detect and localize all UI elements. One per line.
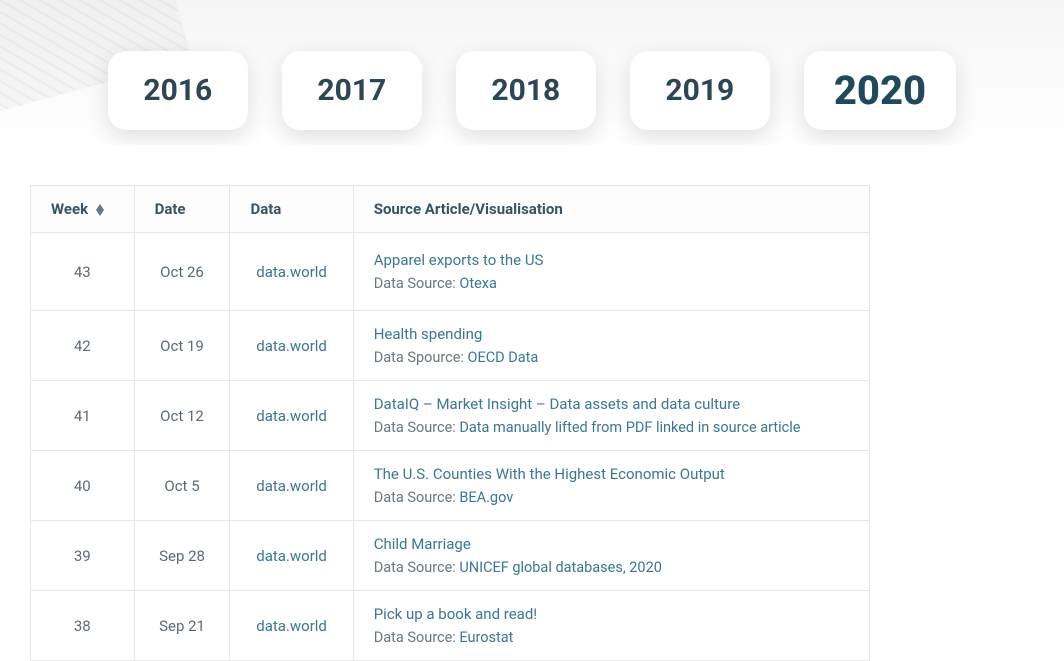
source-meta-link[interactable]: OECD Data (468, 349, 539, 366)
data-link[interactable]: data.world (256, 263, 327, 281)
sort-icon[interactable] (96, 204, 104, 216)
col-header-date-label: Date (155, 200, 186, 218)
cell-date: Oct 5 (134, 451, 230, 521)
source-meta: Data Source: BEA.gov (374, 489, 849, 506)
data-link[interactable]: data.world (256, 407, 327, 425)
table-row: 41Oct 12 data.world DataIQ – Market Insigh… (31, 381, 870, 451)
table-row: 42Oct 19 data.world Health spending Data Sp… (31, 311, 870, 381)
year-tab-2017[interactable]: 2017 (282, 51, 422, 130)
source-meta-link[interactable]: BEA.gov (459, 489, 513, 506)
cell-week: 42 (31, 311, 135, 381)
table-row: 40Oct 5 data.world The U.S. Counties With … (31, 451, 870, 521)
cell-week: 38 (31, 591, 135, 661)
year-tab-2019[interactable]: 2019 (630, 51, 770, 130)
table-header-row: Week Date Data Source Article/Visualisat… (31, 186, 870, 233)
table-body: 43Oct 26 data.world Apparel exports to the… (31, 233, 870, 661)
cell-data: data.world (230, 311, 353, 381)
cell-data: data.world (230, 451, 353, 521)
data-link[interactable]: data.world (256, 337, 327, 355)
source-title-link[interactable]: The U.S. Counties With the Highest Econo… (374, 465, 849, 483)
hero-banner: 2016 2017 2018 2019 2020 (0, 0, 1064, 145)
source-meta-link[interactable]: Data manually lifted from PDF linked in … (459, 419, 800, 436)
source-meta-label: Data Source: (374, 559, 460, 576)
cell-date: Oct 19 (134, 311, 230, 381)
data-link[interactable]: data.world (256, 547, 327, 565)
source-meta-label: Data Source: (374, 419, 460, 436)
source-meta-link[interactable]: UNICEF global databases, 2020 (459, 559, 662, 576)
cell-source: Health spending Data Spource: OECD Data (353, 311, 869, 381)
cell-data: data.world (230, 521, 353, 591)
source-title-link[interactable]: Health spending (374, 325, 849, 343)
data-link[interactable]: data.world (256, 617, 327, 635)
year-tab-2018[interactable]: 2018 (456, 51, 596, 130)
source-meta-label: Data Source: (374, 275, 460, 292)
cell-week: 41 (31, 381, 135, 451)
source-meta-label: Data Source: (374, 489, 460, 506)
col-header-source: Source Article/Visualisation (353, 186, 869, 233)
cell-date: Oct 26 (134, 233, 230, 311)
source-title-link[interactable]: Pick up a book and read! (374, 605, 849, 623)
source-meta-label: Data Source: (374, 629, 460, 646)
cell-week: 43 (31, 233, 135, 311)
cell-week: 39 (31, 521, 135, 591)
cell-source: Child Marriage Data Source: UNICEF global… (353, 521, 869, 591)
cell-date: Sep 28 (134, 521, 230, 591)
col-header-week-label: Week (51, 200, 88, 218)
cell-data: data.world (230, 233, 353, 311)
col-header-data-label: Data (250, 200, 281, 218)
col-header-date: Date (134, 186, 230, 233)
col-header-week[interactable]: Week (31, 186, 135, 233)
cell-source: DataIQ – Market Insight – Data assets an… (353, 381, 869, 451)
year-tabs: 2016 2017 2018 2019 2020 (0, 51, 1064, 130)
year-tab-2020[interactable]: 2020 (804, 51, 956, 130)
cell-date: Sep 21 (134, 591, 230, 661)
col-header-source-label: Source Article/Visualisation (374, 200, 563, 218)
cell-data: data.world (230, 591, 353, 661)
data-link[interactable]: data.world (256, 477, 327, 495)
col-header-data: Data (230, 186, 353, 233)
source-meta: Data Spource: OECD Data (374, 349, 849, 366)
source-meta-link[interactable]: Otexa (459, 275, 497, 292)
cell-source: Pick up a book and read! Data Source: Eur… (353, 591, 869, 661)
cell-data: data.world (230, 381, 353, 451)
cell-source: Apparel exports to the US Data Source: Ot… (353, 233, 869, 311)
source-meta: Data Source: Data manually lifted from P… (374, 419, 849, 436)
source-meta-label: Data Spource: (374, 349, 468, 366)
source-meta-link[interactable]: Eurostat (459, 629, 513, 646)
cell-date: Oct 12 (134, 381, 230, 451)
year-tab-2016[interactable]: 2016 (108, 51, 248, 130)
source-title-link[interactable]: Apparel exports to the US (374, 251, 849, 269)
table-row: 39Sep 28 data.world Child Marriage Data Sou… (31, 521, 870, 591)
source-meta: Data Source: Eurostat (374, 629, 849, 646)
table-row: 43Oct 26 data.world Apparel exports to the… (31, 233, 870, 311)
source-title-link[interactable]: DataIQ – Market Insight – Data assets an… (374, 395, 849, 413)
data-table: Week Date Data Source Article/Visualisat… (30, 185, 870, 661)
cell-source: The U.S. Counties With the Highest Econo… (353, 451, 869, 521)
source-meta: Data Source: Otexa (374, 275, 849, 292)
source-title-link[interactable]: Child Marriage (374, 535, 849, 553)
source-meta: Data Source: UNICEF global databases, 20… (374, 559, 849, 576)
cell-week: 40 (31, 451, 135, 521)
data-table-container: Week Date Data Source Article/Visualisat… (0, 145, 1064, 661)
table-row: 38Sep 21 data.world Pick up a book and rea… (31, 591, 870, 661)
